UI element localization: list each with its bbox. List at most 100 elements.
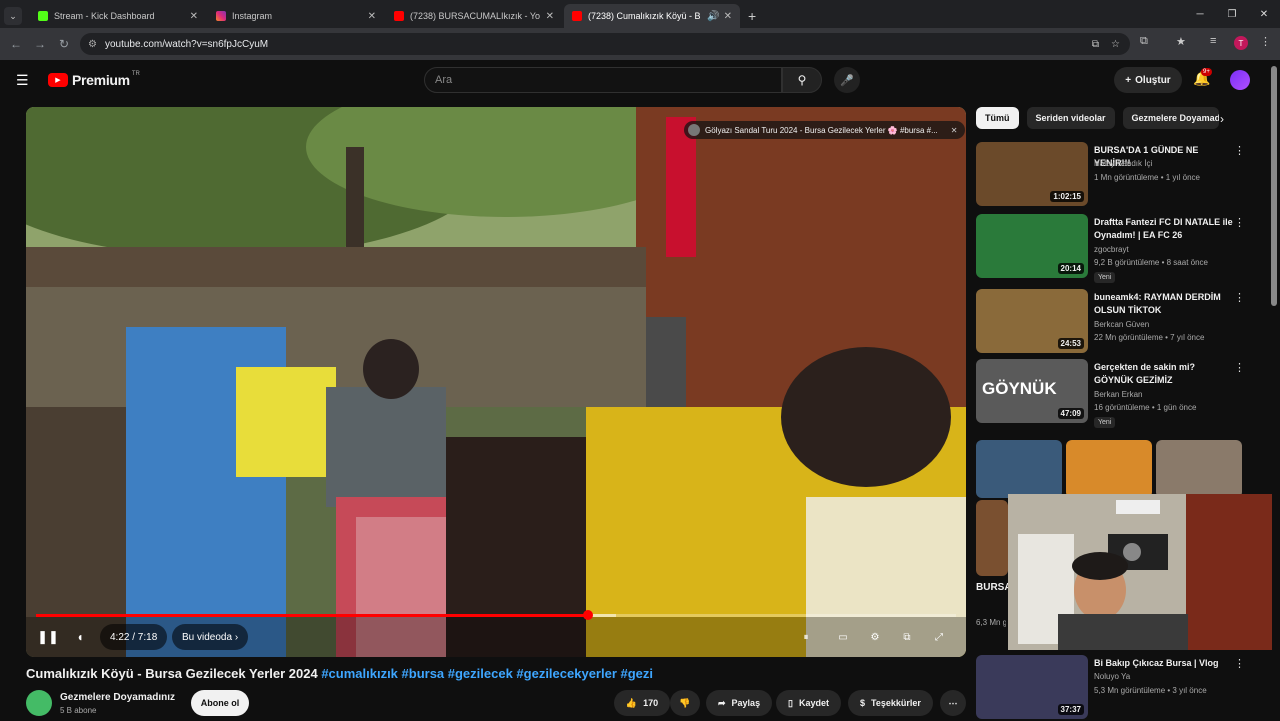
browser-tab[interactable]: (7238) BURSACUMALIkızık - Yo ✕ [386, 4, 562, 28]
forward-icon[interactable]: → [28, 37, 52, 51]
instagram-icon [216, 11, 226, 21]
create-button[interactable]: + Oluştur [1114, 67, 1182, 93]
more-actions-button[interactable]: ⋯ [940, 690, 966, 716]
rec-title[interactable]: buneamk4: RAYMAN DERDİM OLSUN TİKTOK [1094, 291, 1234, 317]
autoplay-icon: ⏸ [803, 631, 809, 643]
speaker-icon[interactable]: 🔊 [707, 11, 719, 22]
recommendation-item[interactable]: 24:53 buneamk4: RAYMAN DERDİM OLSUN TİKT… [976, 289, 1266, 355]
media-control-icon[interactable]: ≡ [1210, 35, 1216, 47]
chapter-button[interactable]: Bu videoda › [172, 624, 249, 650]
search-icon: ⚲ [797, 73, 807, 87]
fullscreen-button[interactable]: ⤢ [928, 627, 950, 647]
notifications-button[interactable]: 🔔 9+ [1193, 68, 1212, 87]
bookmark-star-icon[interactable]: ☆ [1111, 39, 1120, 50]
video-thumbnail[interactable]: GÖYNÜK 47:09 [976, 359, 1088, 423]
rec-channel[interactable]: Berkan Erkan [1094, 390, 1142, 399]
autoplay-toggle[interactable]: ⏸ [796, 627, 816, 647]
more-icon[interactable]: ⋮ [1234, 657, 1245, 670]
tab-title: (7238) Cumalıkızık Köyü - B [588, 11, 701, 21]
rec-title[interactable]: Bi Bakıp Çıkıcaz Bursa | Vlog [1094, 657, 1234, 670]
mute-button[interactable]: ◖ [70, 627, 90, 647]
video-hashtags[interactable]: #cumalıkızık #bursa #gezilecek #gezilece… [321, 666, 653, 681]
save-button[interactable]: ▯ Kaydet [776, 690, 841, 716]
browser-tab[interactable]: Stream - Kick Dashboard ✕ [30, 4, 206, 28]
close-icon[interactable]: ✕ [546, 11, 554, 22]
rec-channel[interactable]: Hatay Sandık İçi [1094, 159, 1152, 168]
new-tab-button[interactable]: + [748, 8, 756, 24]
short-thumbnail[interactable] [1156, 440, 1242, 498]
video-thumbnail[interactable]: 20:14 [976, 214, 1088, 278]
video-thumbnail[interactable] [976, 500, 1008, 576]
close-icon[interactable]: ✕ [190, 11, 198, 22]
chevron-right-icon[interactable]: › [1220, 112, 1224, 126]
rec-channel[interactable]: zgocbrayt [1094, 245, 1129, 254]
more-icon[interactable]: ⋮ [1234, 216, 1245, 229]
chip-series[interactable]: Seriden videolar [1026, 107, 1115, 129]
search-input[interactable]: Ara [424, 67, 782, 93]
short-thumbnail[interactable] [976, 440, 1062, 498]
chip-channel[interactable]: Gezmelere Doyamadı [1122, 107, 1219, 129]
settings-button[interactable]: ⚙ [864, 627, 886, 647]
page-scrollbar[interactable] [1271, 66, 1277, 306]
omnibox[interactable]: ⚙ youtube.com/watch?v=sn6fpJcCyuM ⧉ ☆ [80, 33, 1130, 55]
channel-thumb-icon [688, 124, 700, 136]
browser-menu-icon[interactable]: ⋮ [1260, 35, 1271, 48]
search-button[interactable]: ⚲ [782, 67, 822, 93]
rec-channel[interactable]: Noluyo Ya [1094, 672, 1130, 681]
site-info-icon[interactable]: ⚙ [88, 39, 97, 50]
share-button[interactable]: ➦ Paylaş [706, 690, 773, 716]
more-icon[interactable]: ⋮ [1234, 144, 1245, 157]
recommendation-item[interactable]: 1:02:15 BURSA'DA 1 GÜNDE NE YENİR!!! Hat… [976, 142, 1266, 208]
video-thumbnail[interactable]: 24:53 [976, 289, 1088, 353]
rec-title[interactable]: Draftta Fantezi FC DI NATALE ile Oynadım… [1094, 216, 1234, 242]
video-frame [26, 107, 966, 657]
recommendation-item[interactable]: 37:37 Bi Bakıp Çıkıcaz Bursa | Vlog Nolu… [976, 655, 1266, 721]
video-player[interactable]: Gölyazı Sandal Turu 2024 - Bursa Gezilec… [26, 107, 966, 657]
close-window-icon[interactable]: ✕ [1248, 0, 1280, 28]
youtube-logo[interactable]: ▶ Premium TR [48, 71, 140, 88]
miniplayer-button[interactable]: ⧉ [896, 627, 918, 647]
channel-avatar[interactable] [26, 690, 52, 716]
more-icon[interactable]: ⋮ [1234, 361, 1245, 374]
subtitles-button[interactable]: ▭ [832, 627, 854, 647]
channel-name[interactable]: Gezmelere Doyamadınız [60, 692, 175, 703]
video-title: Cumalıkızık Köyü - Bursa Gezilecek Yerle… [26, 666, 653, 681]
like-button[interactable]: 👍 170 [614, 690, 670, 716]
reload-icon[interactable]: ↻ [52, 37, 76, 51]
extensions-icon[interactable]: ⧉ [1140, 35, 1148, 48]
recommendation-item[interactable]: 20:14 Draftta Fantezi FC DI NATALE ile O… [976, 214, 1266, 283]
url-text: youtube.com/watch?v=sn6fpJcCyuM [104, 38, 269, 50]
subscribe-button[interactable]: Abone ol [191, 690, 249, 716]
video-thumbnail[interactable]: 1:02:15 [976, 142, 1088, 206]
minimize-icon[interactable]: ─ [1184, 0, 1216, 28]
playlist-overlay[interactable]: Gölyazı Sandal Turu 2024 - Bursa Gezilec… [684, 121, 966, 139]
account-avatar[interactable] [1230, 70, 1250, 90]
voice-search-button[interactable]: 🎤 [834, 67, 860, 93]
dislike-button[interactable]: 👎 [670, 690, 700, 716]
close-icon[interactable]: ✕ [368, 11, 376, 22]
tab-search-button[interactable]: ⌄ [4, 7, 22, 25]
rec-title[interactable]: Gerçekten de sakin mi? GÖYNÜK GEZİMİZ [1094, 361, 1234, 387]
browser-tab[interactable]: Instagram ✕ [208, 4, 384, 28]
restore-icon[interactable]: ❐ [1216, 0, 1248, 28]
close-icon[interactable]: ✕ [724, 11, 732, 22]
browser-tab-active[interactable]: (7238) Cumalıkızık Köyü - B 🔊 ✕ [564, 4, 740, 28]
menu-icon[interactable]: ☰ [16, 72, 29, 89]
seek-bar[interactable] [36, 610, 956, 620]
bookmarks-icon[interactable]: ★ [1176, 35, 1186, 48]
more-icon[interactable]: ⋮ [1234, 291, 1245, 304]
seek-handle[interactable] [583, 610, 593, 620]
time-display: 4:22 / 7:18 [100, 624, 168, 650]
video-thumbnail[interactable]: 37:37 [976, 655, 1088, 719]
chip-all[interactable]: Tümü [976, 107, 1019, 129]
install-icon[interactable]: ⧉ [1092, 39, 1099, 50]
thanks-button[interactable]: $ Teşekkürler [848, 690, 933, 716]
short-thumbnail[interactable] [1066, 440, 1152, 498]
close-icon[interactable]: ✕ [951, 126, 958, 135]
profile-avatar[interactable]: T [1234, 36, 1248, 50]
recommendation-item[interactable]: GÖYNÜK 47:09 Gerçekten de sakin mi? GÖYN… [976, 359, 1266, 428]
pause-button[interactable]: ❚❚ [37, 627, 59, 647]
rec-channel[interactable]: Berkcan Güven [1094, 320, 1149, 329]
back-icon[interactable]: ← [4, 37, 28, 51]
filter-chips: Tümü Seriden videolar Gezmelere Doyamadı [976, 107, 1219, 129]
